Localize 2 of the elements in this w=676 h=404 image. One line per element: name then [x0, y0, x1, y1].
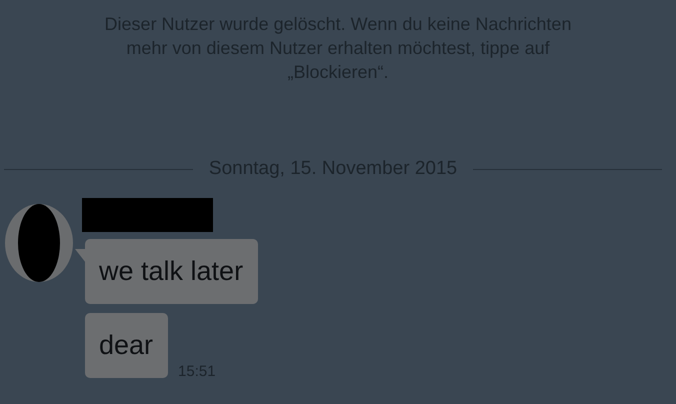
message-bubble: we talk later	[85, 239, 258, 304]
message-bubble: dear	[85, 313, 168, 378]
